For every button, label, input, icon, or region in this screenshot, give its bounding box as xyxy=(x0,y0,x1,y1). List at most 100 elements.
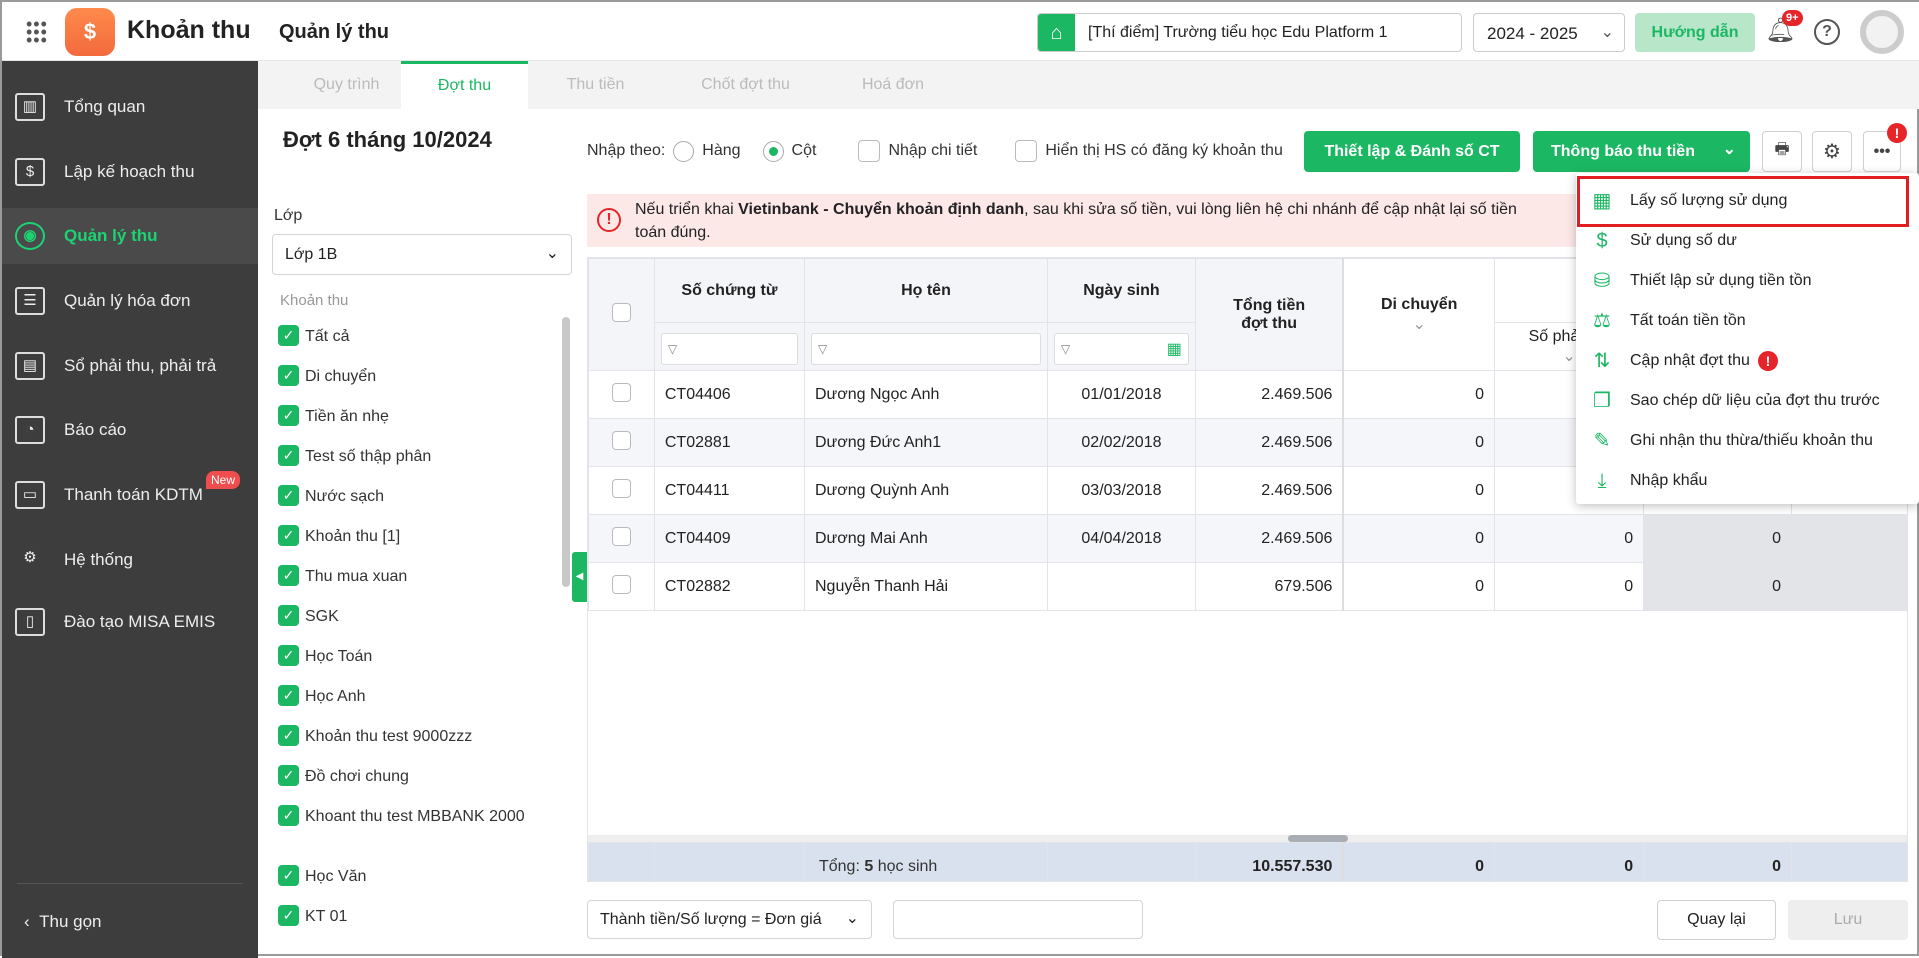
tab-2[interactable]: Thu tiền xyxy=(528,61,663,109)
checkbox-checked-icon[interactable]: ✓ xyxy=(278,725,299,746)
row-checkbox[interactable] xyxy=(611,526,631,546)
cell-move[interactable]: 0 xyxy=(1342,466,1496,515)
checkbox-checked-icon[interactable]: ✓ xyxy=(278,405,299,426)
fee-item[interactable]: ✓ Thu mua xuan xyxy=(278,565,407,586)
fee-item[interactable]: ✓ SGK xyxy=(278,605,339,626)
name-filter-input[interactable]: ▽ xyxy=(810,332,1041,365)
class-select[interactable]: Lớp 1B ⌄ xyxy=(272,234,572,275)
cell-move[interactable]: 0 xyxy=(1342,514,1496,563)
detail-checkbox[interactable] xyxy=(858,140,881,162)
formula-input[interactable] xyxy=(893,900,1143,939)
chevron-down-icon[interactable]: ⌄ xyxy=(1723,139,1736,159)
help-icon[interactable]: ? xyxy=(1814,19,1840,45)
tab-3[interactable]: Chốt đợt thu xyxy=(663,61,828,109)
checkbox-checked-icon[interactable]: ✓ xyxy=(278,485,299,506)
tab-0[interactable]: Quy trình xyxy=(293,61,400,109)
sidebar-item-1[interactable]: $ Lập kế hoạch thu xyxy=(2,144,258,200)
checkbox-checked-icon[interactable]: ✓ xyxy=(278,445,299,466)
fee-item[interactable]: ✓ KT 01 xyxy=(278,905,347,926)
sidebar-item-6[interactable]: ▭ Thanh toán KDTM New xyxy=(2,467,258,523)
checkbox-checked-icon[interactable]: ✓ xyxy=(278,565,299,586)
fee-item[interactable]: ✓ Tất cả xyxy=(278,325,349,346)
show-registered-checkbox[interactable] xyxy=(1015,140,1038,162)
avatar[interactable] xyxy=(1860,10,1904,54)
collapse-button[interactable]: ‹ Thu gọn xyxy=(24,912,102,932)
fee-item[interactable]: ✓ Học Văn xyxy=(278,865,366,886)
checkbox-checked-icon[interactable]: ✓ xyxy=(278,685,299,706)
sidebar-item-4[interactable]: ▤ Sổ phải thu, phải trả xyxy=(2,338,258,394)
menu-item-0[interactable]: ▦ Lấy số lượng sử dụng xyxy=(1576,181,1919,221)
menu-item-7[interactable]: ⤓ Nhập khẩu xyxy=(1576,461,1919,501)
row-checkbox[interactable] xyxy=(611,478,631,498)
cell-move[interactable]: 0 xyxy=(1342,418,1496,467)
filter-icon: ▽ xyxy=(1060,341,1071,356)
tab-4[interactable]: Hoá đơn xyxy=(828,61,958,109)
checkbox-checked-icon[interactable]: ✓ xyxy=(278,865,299,886)
fee-item[interactable]: ✓ Di chuyển xyxy=(278,365,376,386)
filter-icon: ▽ xyxy=(667,341,678,356)
checkbox-checked-icon[interactable]: ✓ xyxy=(278,765,299,786)
sidebar-item-8[interactable]: ▯ Đào tạo MISA EMIS xyxy=(2,594,258,650)
school-select[interactable]: ⌂ [Thí điểm] Trường tiểu học Edu Platfor… xyxy=(1037,13,1462,52)
cell-move[interactable]: 0 xyxy=(1342,370,1496,419)
checkbox-checked-icon[interactable]: ✓ xyxy=(278,365,299,386)
checkbox-checked-icon[interactable]: ✓ xyxy=(278,905,299,926)
checkbox-checked-icon[interactable]: ✓ xyxy=(278,645,299,666)
fee-item[interactable]: ✓ Tiền ăn nhẹ xyxy=(278,405,389,426)
sidebar-item-2[interactable]: ◉ Quản lý thu xyxy=(2,208,258,264)
cell-due[interactable]: 0 xyxy=(1494,562,1645,611)
notify-payment-button[interactable]: Thông báo thu tiền ⌄ xyxy=(1533,131,1750,172)
row-checkbox[interactable] xyxy=(611,382,631,402)
table-row[interactable]: CT02882 Nguyễn Thanh Hải 679.506 0 0 0 0… xyxy=(588,562,1907,611)
cell-due[interactable]: 0 xyxy=(1494,514,1645,563)
horizontal-scrollbar[interactable] xyxy=(588,835,1907,842)
select-all-checkbox[interactable] xyxy=(611,302,631,322)
radio-column[interactable] xyxy=(762,140,784,162)
header-move[interactable]: Di chuyển ⌄ xyxy=(1342,258,1496,371)
sidebar-item-3[interactable]: ☰ Quản lý hóa đơn xyxy=(2,273,258,329)
fee-item[interactable]: ✓ Đồ chơi chung xyxy=(278,765,409,786)
checkbox-checked-icon[interactable]: ✓ xyxy=(278,325,299,346)
fee-item[interactable]: ✓ Khoản thu [1] xyxy=(278,525,400,546)
formula-select[interactable]: Thành tiền/Số lượng = Đơn giá ⌄ xyxy=(587,900,872,939)
back-button[interactable]: Quay lại xyxy=(1657,900,1776,940)
sidebar-item-0[interactable]: ▥ Tổng quan xyxy=(2,79,258,135)
fee-item[interactable]: ✓ Học Toán xyxy=(278,645,372,666)
calendar-icon[interactable]: ▦ xyxy=(1167,339,1182,359)
voucher-filter-input[interactable]: ▽ xyxy=(660,332,798,365)
checkbox-checked-icon[interactable]: ✓ xyxy=(278,805,299,826)
checkbox-checked-icon[interactable]: ✓ xyxy=(278,525,299,546)
menu-item-1[interactable]: $ Sử dụng số dư xyxy=(1576,221,1919,261)
scroll-thumb[interactable] xyxy=(1288,835,1348,842)
year-select[interactable]: 2024 - 2025 ⌄ xyxy=(1473,13,1625,52)
checkbox-checked-icon[interactable]: ✓ xyxy=(278,605,299,626)
row-checkbox[interactable] xyxy=(611,430,631,450)
fee-item[interactable]: ✓ Khoản thu test 9000zzz xyxy=(278,725,472,746)
menu-item-5[interactable]: ❐ Sao chép dữ liệu của đợt thu trước xyxy=(1576,381,1919,421)
app-grid-icon[interactable]: ••• ••• ••• xyxy=(26,15,47,49)
table-row[interactable]: CT04409 Dương Mai Anh 04/04/2018 2.469.5… xyxy=(588,514,1907,563)
fee-item[interactable]: ✓ Khoant thu test MBBANK 2000 xyxy=(278,805,525,826)
fee-item[interactable]: ✓ Nước sạch xyxy=(278,485,384,506)
fee-item[interactable]: ✓ Test số thập phân xyxy=(278,445,431,466)
guide-button[interactable]: Hướng dẫn xyxy=(1635,13,1755,52)
class-value: Lớp 1B xyxy=(285,246,338,263)
menu-item-2[interactable]: ⛁ Thiết lập sử dụng tiền tồn xyxy=(1576,261,1919,301)
fees-scrollbar[interactable] xyxy=(562,317,570,587)
menu-item-4[interactable]: ⇅ Cập nhật đợt thu! xyxy=(1576,341,1919,381)
save-button[interactable]: Lưu xyxy=(1788,900,1908,940)
menu-item-3[interactable]: ⚖ Tất toán tiền tồn xyxy=(1576,301,1919,341)
setup-numbering-button[interactable]: Thiết lập & Đánh số CT xyxy=(1304,131,1520,172)
print-button[interactable]: 🖶 xyxy=(1762,131,1802,172)
dob-filter-input[interactable]: ▽ ▦ xyxy=(1053,332,1189,365)
tab-1[interactable]: Đợt thu xyxy=(401,61,528,109)
fee-item[interactable]: ✓ Học Anh xyxy=(278,685,365,706)
settings-button[interactable]: ⚙ xyxy=(1812,131,1852,172)
sidebar-item-7[interactable]: ⚙ Hệ thống xyxy=(2,532,258,588)
row-checkbox[interactable] xyxy=(611,574,631,594)
radio-row[interactable] xyxy=(673,140,695,162)
menu-item-6[interactable]: ✎ Ghi nhận thu thừa/thiếu khoản thu xyxy=(1576,421,1919,461)
sidebar-item-5[interactable]: ◔ Báo cáo xyxy=(2,402,258,458)
panel-toggle-handle[interactable]: ◀ xyxy=(572,552,587,602)
cell-move[interactable]: 0 xyxy=(1342,562,1496,611)
